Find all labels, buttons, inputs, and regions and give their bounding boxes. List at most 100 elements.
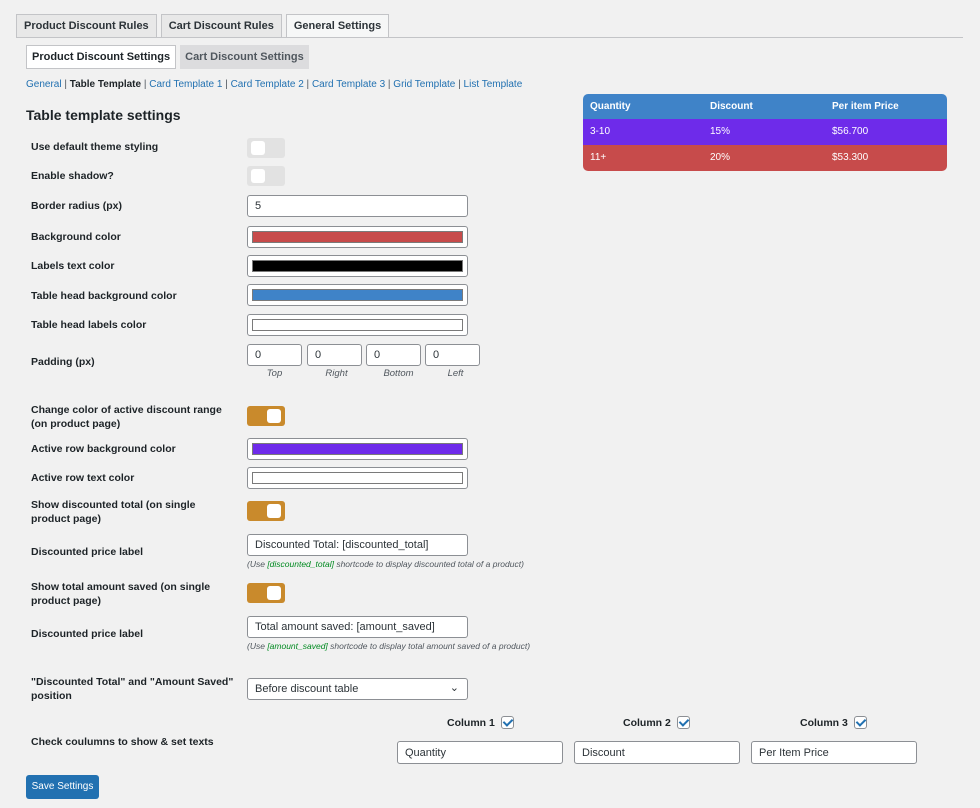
padding-bottom-value: 0 <box>374 349 381 361</box>
show-total-toggle[interactable] <box>247 501 285 521</box>
table-preview: Quantity Discount Per item Price 3-10 15… <box>583 94 947 171</box>
column-2-text-value: Discount <box>582 747 625 759</box>
total-label-label: Discounted price label <box>31 546 144 558</box>
active-row-text-swatch <box>252 472 463 484</box>
toggle-knob <box>251 169 265 183</box>
column-1-checkbox[interactable] <box>500 716 514 729</box>
saved-label-hint: (Use [amount_saved] shortcode to display… <box>247 641 531 651</box>
preview-cell: $53.300 <box>832 152 869 163</box>
column-3-text-input[interactable]: Per Item Price <box>751 741 917 764</box>
background-color-label: Background color <box>31 231 121 243</box>
head-bg-color-picker[interactable] <box>247 284 468 306</box>
link-general[interactable]: General <box>26 79 62 90</box>
head-labels-color-label: Table head labels color <box>31 319 147 331</box>
preview-header-cell: Discount <box>710 101 753 112</box>
preview-cell: 15% <box>710 126 731 137</box>
padding-top-input[interactable]: 0 <box>247 344 302 366</box>
active-range-label: Change color of active discount range (o… <box>31 404 222 430</box>
show-saved-label: Show total amount saved (on single produ… <box>31 581 211 607</box>
preview-row: 11+ 20% $53.300 <box>583 145 947 171</box>
column-3-header: Column 3 <box>800 716 867 729</box>
toggle-knob <box>267 504 281 518</box>
template-links: General | Table Template | Card Template… <box>26 79 523 90</box>
column-3-checkbox[interactable] <box>853 716 867 729</box>
padding-bottom-input[interactable]: 0 <box>366 344 421 366</box>
saved-label-label: Discounted price label <box>31 628 144 640</box>
saved-label-value: Total amount saved: [amount_saved] <box>255 621 435 633</box>
main-tabs: Product Discount Rules Cart Discount Rul… <box>16 14 390 38</box>
background-color-swatch <box>252 231 463 243</box>
column-1-text-input[interactable]: Quantity <box>397 741 563 764</box>
column-2-header: Column 2 <box>623 716 690 729</box>
padding-right-value: 0 <box>315 349 322 361</box>
link-card-template-3[interactable]: Card Template 3 <box>312 79 385 90</box>
column-1-header: Column 1 <box>447 716 514 729</box>
tab-product-discount-rules[interactable]: Product Discount Rules <box>16 14 157 38</box>
show-saved-toggle[interactable] <box>247 583 285 603</box>
saved-label-input[interactable]: Total amount saved: [amount_saved] <box>247 616 468 638</box>
toggle-knob <box>251 141 265 155</box>
show-total-label: Show discounted total (on single product… <box>31 499 196 525</box>
padding-left-input[interactable]: 0 <box>425 344 480 366</box>
link-grid-template[interactable]: Grid Template <box>393 79 455 90</box>
link-card-template-2[interactable]: Card Template 2 <box>231 79 304 90</box>
settings-subtabs: Product Discount Settings Cart Discount … <box>26 45 309 69</box>
shadow-toggle[interactable] <box>247 166 285 186</box>
subtab-product-discount-settings[interactable]: Product Discount Settings <box>26 45 177 69</box>
head-bg-color-label: Table head background color <box>31 290 177 302</box>
head-labels-color-swatch <box>252 319 463 331</box>
column-2-text-input[interactable]: Discount <box>574 741 740 764</box>
column-3-label: Column 3 <box>800 716 848 729</box>
column-2-checkbox[interactable] <box>676 716 690 729</box>
background-color-picker[interactable] <box>247 226 468 248</box>
preview-cell: $56.700 <box>832 126 869 137</box>
shadow-label: Enable shadow? <box>31 170 114 182</box>
preview-cell: 11+ <box>590 152 607 163</box>
border-radius-value: 5 <box>255 200 262 212</box>
column-1-label: Column 1 <box>447 716 495 729</box>
tabs-divider <box>16 37 963 38</box>
padding-label: Padding (px) <box>31 356 95 368</box>
link-list-template[interactable]: List Template <box>464 79 523 90</box>
link-table-template[interactable]: Table Template <box>70 79 141 90</box>
labels-text-color-picker[interactable] <box>247 255 468 277</box>
active-row-bg-swatch <box>252 443 463 455</box>
section-title: Table template settings <box>26 107 181 123</box>
active-row-bg-picker[interactable] <box>247 438 468 460</box>
active-range-toggle[interactable] <box>247 406 285 426</box>
padding-bottom-caption: Bottom <box>383 368 414 379</box>
head-labels-color-picker[interactable] <box>247 314 468 336</box>
active-row-text-picker[interactable] <box>247 467 468 489</box>
padding-top-value: 0 <box>255 349 262 361</box>
total-label-input[interactable]: Discounted Total: [discounted_total] <box>247 534 468 556</box>
active-row-bg-label: Active row background color <box>31 443 176 455</box>
padding-top-caption: Top <box>266 368 283 379</box>
labels-text-color-label: Labels text color <box>31 260 115 272</box>
head-bg-color-swatch <box>252 289 463 301</box>
border-radius-label: Border radius (px) <box>31 200 123 212</box>
column-2-label: Column 2 <box>623 716 671 729</box>
preview-header-cell: Quantity <box>590 101 631 112</box>
chevron-down-icon: ⌄ <box>449 682 459 694</box>
preview-cell: 3-10 <box>590 126 611 137</box>
border-radius-input[interactable]: 5 <box>247 195 468 217</box>
columns-label: Check coulumns to show & set texts <box>31 736 214 748</box>
tab-general-settings[interactable]: General Settings <box>285 14 390 38</box>
padding-left-caption: Left <box>447 368 464 379</box>
labels-text-color-swatch <box>252 260 463 272</box>
save-settings-button[interactable]: Save Settings <box>26 775 99 799</box>
column-1-text-value: Quantity <box>405 747 446 759</box>
subtab-cart-discount-settings[interactable]: Cart Discount Settings <box>180 45 309 69</box>
active-row-text-label: Active row text color <box>31 472 135 484</box>
total-label-hint: (Use [discounted_total] shortcode to dis… <box>247 559 524 569</box>
preview-header-row: Quantity Discount Per item Price <box>583 94 947 119</box>
preview-row-active: 3-10 15% $56.700 <box>583 119 947 145</box>
toggle-knob <box>267 586 281 600</box>
padding-left-value: 0 <box>433 349 440 361</box>
position-select[interactable]: Before discount table ⌄ <box>247 678 468 700</box>
toggle-knob <box>267 409 281 423</box>
default-theme-toggle[interactable] <box>247 138 285 158</box>
tab-cart-discount-rules[interactable]: Cart Discount Rules <box>160 14 282 38</box>
link-card-template-1[interactable]: Card Template 1 <box>149 79 222 90</box>
padding-right-input[interactable]: 0 <box>307 344 362 366</box>
